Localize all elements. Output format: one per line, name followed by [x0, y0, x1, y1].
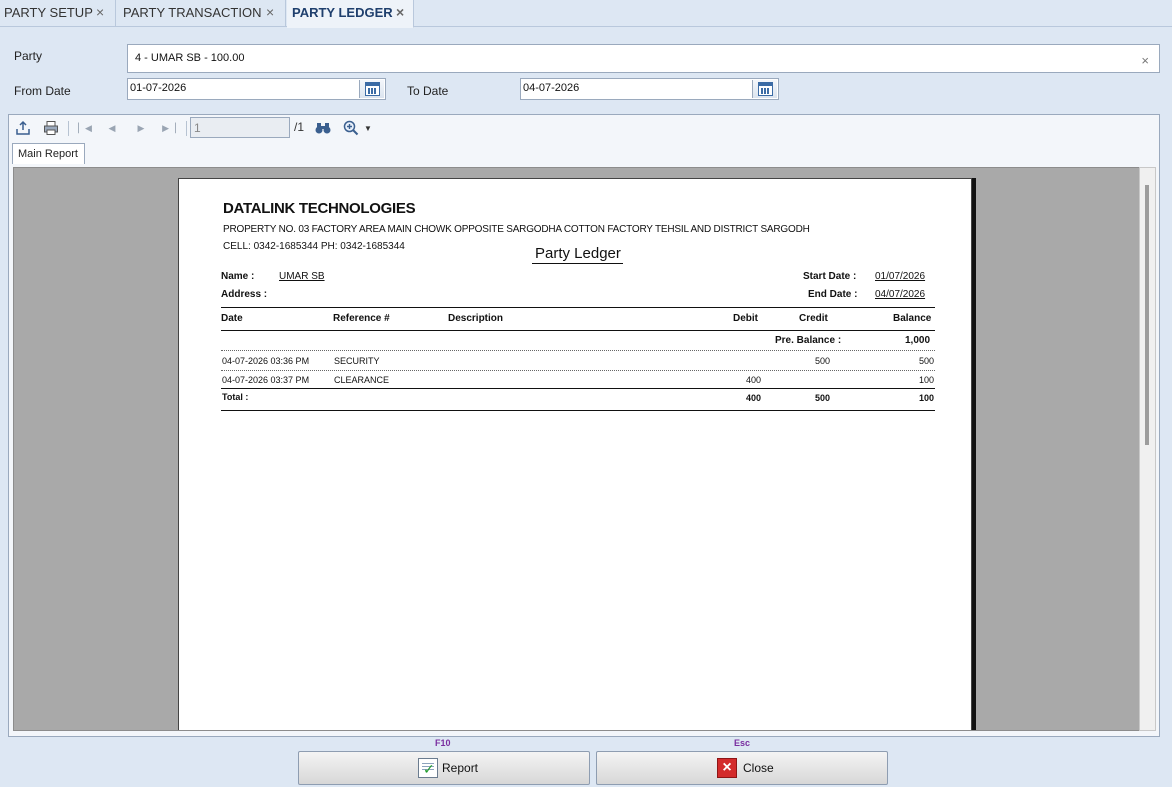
close-icon: × [717, 758, 737, 778]
toolbar-separator [68, 121, 69, 136]
binoculars-icon[interactable] [314, 119, 332, 137]
col-reference: Reference # [333, 313, 390, 324]
name-value: UMAR SB [279, 271, 325, 282]
row-credit: 500 [814, 356, 830, 366]
tab-label: PARTY TRANSACTION [123, 5, 262, 20]
party-select[interactable]: 4 - UMAR SB - 100.00 × [127, 44, 1160, 73]
export-icon[interactable] [14, 119, 32, 137]
zoom-icon[interactable] [342, 119, 360, 137]
row-balance: 500 [918, 356, 934, 366]
end-date-label: End Date : [808, 289, 858, 300]
calendar-icon [365, 82, 380, 96]
report-viewer: ▏◀ ◀ ▶ ▶▕ 1 /1 ▼ Main Report DATALINK TE… [8, 114, 1160, 737]
row-divider [221, 370, 935, 371]
to-date-label: To Date [407, 84, 449, 98]
company-contact: CELL: 0342-1685344 PH: 0342-1685344 [223, 241, 405, 252]
total-top-rule [221, 388, 935, 389]
party-value: 4 - UMAR SB - 100.00 [135, 52, 245, 64]
total-credit: 500 [814, 393, 830, 403]
scrollbar-thumb[interactable] [1145, 185, 1149, 445]
pre-balance-value: 1,000 [905, 335, 931, 346]
calendar-icon [758, 82, 773, 96]
from-date-label: From Date [14, 84, 71, 98]
report-canvas: DATALINK TECHNOLOGIES PROPERTY NO. 03 FA… [13, 167, 1140, 731]
row-balance: 100 [918, 375, 934, 385]
total-balance: 100 [918, 393, 934, 403]
tab-close-icon[interactable]: × [96, 4, 104, 20]
row-date: 04-07-2026 03:37 PM [222, 375, 310, 385]
first-page-icon[interactable]: ▏◀ [76, 119, 94, 137]
row-divider [221, 350, 935, 351]
party-label: Party [14, 49, 43, 63]
row-reference: CLEARANCE [334, 375, 390, 385]
header-rule [221, 330, 935, 331]
page-number-input[interactable]: 1 [190, 117, 290, 138]
col-balance: Balance [893, 313, 932, 324]
table-top-rule [221, 307, 935, 308]
close-button-label: Close [743, 761, 774, 775]
row-debit: 400 [745, 375, 761, 385]
col-debit: Debit [733, 313, 758, 324]
next-page-icon[interactable]: ▶ [132, 119, 150, 137]
col-description: Description [448, 313, 504, 324]
row-date: 04-07-2026 03:36 PM [222, 356, 310, 366]
close-button[interactable]: × Close [596, 751, 888, 785]
to-date-calendar-button[interactable] [752, 80, 777, 98]
col-credit: Credit [799, 313, 828, 324]
previous-page-icon[interactable]: ◀ [103, 119, 121, 137]
name-label: Name : [221, 271, 255, 282]
total-bottom-rule [221, 410, 935, 411]
from-date-calendar-button[interactable] [359, 80, 384, 98]
total-label: Total : [222, 392, 249, 402]
report-page: DATALINK TECHNOLOGIES PROPERTY NO. 03 FA… [178, 178, 972, 730]
tab-label: PARTY SETUP [4, 5, 93, 20]
total-debit: 400 [745, 393, 761, 403]
start-date-value: 01/07/2026 [875, 271, 926, 282]
tab-party-ledger[interactable]: PARTY LEDGER × [287, 0, 414, 28]
vertical-scrollbar[interactable] [1139, 167, 1156, 731]
report-icon [418, 758, 438, 778]
report-tab-label: Main Report [18, 148, 78, 160]
report-shortcut-hint: F10 [435, 738, 451, 748]
page-total: /1 [294, 120, 305, 134]
page-number-value: 1 [194, 121, 201, 135]
report-title: Party Ledger [532, 245, 623, 264]
tab-close-icon[interactable]: × [396, 4, 404, 20]
report-button-label: Report [442, 761, 479, 775]
toolbar-separator [186, 121, 187, 136]
address-label: Address : [221, 289, 268, 300]
tab-close-icon[interactable]: × [266, 4, 274, 20]
company-name: DATALINK TECHNOLOGIES [223, 200, 416, 217]
viewer-toolbar: ▏◀ ◀ ▶ ▶▕ 1 /1 ▼ [9, 115, 1159, 141]
pre-balance-label: Pre. Balance : [775, 335, 842, 346]
tab-bar: PARTY SETUP × PARTY TRANSACTION × PARTY … [0, 0, 1172, 28]
report-button[interactable]: Report [298, 751, 590, 785]
tab-label: PARTY LEDGER [292, 5, 393, 20]
last-page-icon[interactable]: ▶▕ [160, 119, 178, 137]
to-date-value: 04-07-2026 [523, 82, 580, 94]
from-date-value: 01-07-2026 [130, 82, 187, 94]
clear-icon[interactable]: × [1141, 53, 1149, 68]
company-address: PROPERTY NO. 03 FACTORY AREA MAIN CHOWK … [223, 224, 810, 235]
tab-party-transaction[interactable]: PARTY TRANSACTION × [117, 0, 286, 27]
from-date-field[interactable]: 01-07-2026 [127, 78, 386, 100]
close-shortcut-hint: Esc [734, 738, 751, 748]
print-icon[interactable] [42, 119, 60, 137]
start-date-label: Start Date : [803, 271, 857, 282]
zoom-dropdown-icon[interactable]: ▼ [359, 119, 377, 137]
row-reference: SECURITY [334, 356, 380, 366]
col-date: Date [221, 313, 243, 324]
end-date-value: 04/07/2026 [875, 289, 926, 300]
tab-party-setup[interactable]: PARTY SETUP × [0, 0, 116, 27]
report-tab-main[interactable]: Main Report [12, 143, 85, 164]
to-date-field[interactable]: 04-07-2026 [520, 78, 779, 100]
